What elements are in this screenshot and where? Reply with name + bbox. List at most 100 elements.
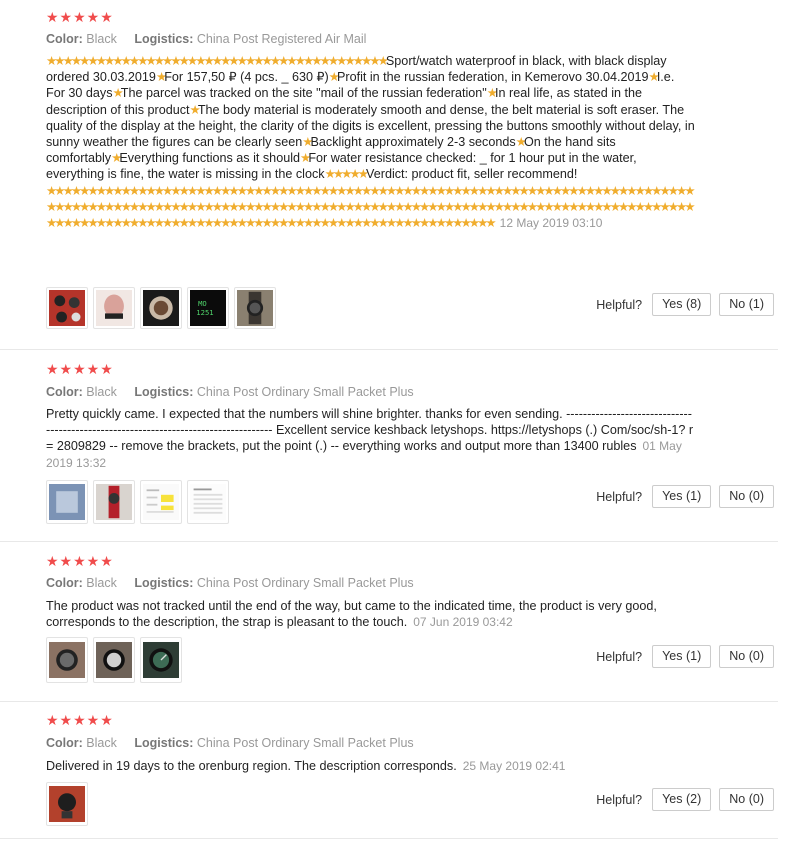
photo-thumbnail[interactable] xyxy=(93,637,135,683)
photo-thumbnail[interactable] xyxy=(93,287,135,329)
photo-thumbnail[interactable] xyxy=(46,287,88,329)
review-card: ★★★★★ Color: Black Logistics: China Post… xyxy=(0,0,778,350)
photo-thumbnail[interactable] xyxy=(187,480,229,524)
inline-stars: ★ xyxy=(515,135,527,150)
photo-image xyxy=(49,484,85,520)
text-run: For 157,50 ₽ (4 pcs. _ 630 ₽) xyxy=(164,70,329,85)
helpful-label: Helpful? xyxy=(596,649,643,664)
photo-image xyxy=(96,484,132,520)
vote-no-button[interactable]: No (0) xyxy=(719,645,774,668)
photo-image xyxy=(49,786,85,822)
photo-thumbnail[interactable] xyxy=(234,287,276,329)
review-text: The product was not tracked until the en… xyxy=(46,598,686,630)
vote-yes-button[interactable]: Yes (8) xyxy=(652,293,712,316)
review-text: Delivered in 19 days to the orenburg reg… xyxy=(46,758,696,774)
logistics-label: Logistics: xyxy=(134,385,194,399)
photo-thumbnail[interactable] xyxy=(93,480,135,524)
text-run: The parcel was tracked on the site "mail… xyxy=(120,86,487,101)
review-meta: Color: Black Logistics: China Post Regis… xyxy=(46,32,380,46)
color-label: Color: xyxy=(46,32,83,46)
text-run: The product was not tracked until the en… xyxy=(46,599,657,630)
inline-stars: ★ xyxy=(486,86,498,101)
photo-thumbnails xyxy=(46,480,229,524)
photo-image xyxy=(237,290,273,326)
star-rating: ★★★★★ xyxy=(46,9,114,25)
helpful-label: Helpful? xyxy=(596,297,643,312)
text-run: Delivered in 19 days to the orenburg reg… xyxy=(46,759,457,773)
photo-image xyxy=(190,484,226,520)
vote-no-button[interactable]: No (1) xyxy=(719,293,774,316)
review-card: ★★★★★ Color: Black Logistics: China Post… xyxy=(0,701,778,839)
photo-thumbnail[interactable] xyxy=(46,782,88,826)
helpful-vote: Helpful? Yes (1) No (0) xyxy=(596,485,774,508)
inline-stars: ★ xyxy=(302,135,313,150)
star-rating: ★★★★★ xyxy=(46,712,114,728)
review-card: ★★★★★ Color: Black Logistics: China Post… xyxy=(0,541,778,702)
color-value: Black xyxy=(86,576,117,590)
text-run: Backlight approximately 2-3 seconds xyxy=(310,135,516,150)
text-run: Everything functions as it should xyxy=(119,151,301,166)
logistics-label: Logistics: xyxy=(134,736,194,750)
photo-image: MO1251 xyxy=(190,290,226,326)
photo-image xyxy=(49,642,85,678)
star-rating: ★★★★★ xyxy=(46,361,114,377)
color-value: Black xyxy=(86,736,117,750)
helpful-label: Helpful? xyxy=(596,792,643,807)
photo-thumbnail[interactable] xyxy=(140,480,182,524)
vote-no-button[interactable]: No (0) xyxy=(719,485,774,508)
vote-yes-button[interactable]: Yes (2) xyxy=(652,788,712,811)
logistics-value: China Post Ordinary Small Packet Plus xyxy=(196,736,414,750)
photo-thumbnail[interactable] xyxy=(140,637,182,683)
helpful-vote: Helpful? Yes (8) No (1) xyxy=(596,293,774,316)
logistics-value: China Post Registered Air Mail xyxy=(196,32,367,46)
text-run: Pretty quickly came. I expected that the… xyxy=(46,407,694,454)
photo-thumbnail[interactable]: MO 1251 xyxy=(187,287,229,329)
photo-image xyxy=(96,290,132,326)
photo-thumbnails: MO 1251 xyxy=(46,287,276,329)
color-value: Black xyxy=(86,385,117,399)
vote-yes-button[interactable]: Yes (1) xyxy=(652,645,712,668)
photo-thumbnail[interactable] xyxy=(46,480,88,524)
photo-image xyxy=(49,290,85,326)
color-label: Color: xyxy=(46,385,83,399)
vote-yes-button[interactable]: Yes (1) xyxy=(652,485,712,508)
vote-no-button[interactable]: No (0) xyxy=(719,788,774,811)
color-label: Color: xyxy=(46,576,83,590)
svg-text:MO: MO xyxy=(198,299,207,308)
review-body: Pretty quickly came. I expected that the… xyxy=(46,407,693,453)
review-card: ★★★★★ Color: Black Logistics: China Post… xyxy=(0,349,778,542)
review-date: 07 Jun 2019 03:42 xyxy=(413,615,513,630)
logistics-value: China Post Ordinary Small Packet Plus xyxy=(196,385,414,399)
photo-thumbnails xyxy=(46,782,88,826)
photo-thumbnails xyxy=(46,637,182,683)
logistics-label: Logistics: xyxy=(134,32,194,46)
review-body: ★★★★★★★★★★★★★★★★★★★★★★★★★★★★★★★★★★★★★★★★… xyxy=(46,54,696,230)
logistics-value: China Post Ordinary Small Packet Plus xyxy=(196,576,414,590)
logistics-label: Logistics: xyxy=(134,576,194,590)
photo-image xyxy=(143,484,179,520)
review-meta: Color: Black Logistics: China Post Ordin… xyxy=(46,736,428,750)
helpful-vote: Helpful? Yes (2) No (0) xyxy=(596,788,774,811)
text-run: Profit in the russian federation, in Kem… xyxy=(336,70,649,85)
photo-image xyxy=(143,290,179,326)
review-date: 12 May 2019 03:10 xyxy=(499,216,603,231)
photo-thumbnail[interactable] xyxy=(140,287,182,329)
text-run: Verdict: product fit, seller recommend! xyxy=(366,167,578,182)
svg-text:1251: 1251 xyxy=(196,308,213,317)
color-label: Color: xyxy=(46,736,83,750)
helpful-label: Helpful? xyxy=(596,489,643,504)
photo-thumbnail[interactable] xyxy=(46,637,88,683)
review-body: Delivered in 19 days to the orenburg reg… xyxy=(46,759,457,773)
inline-stars: ★★★★★★★★★★★★★★★★★★★★★★★★★★★★★★★★★★★★★★★★… xyxy=(46,54,389,68)
inline-stars: ★ xyxy=(648,70,660,85)
inline-stars: ★ xyxy=(328,70,340,85)
inline-stars: ★★★★★ xyxy=(324,167,369,182)
inline-stars: ★ xyxy=(112,86,124,101)
review-text: Pretty quickly came. I expected that the… xyxy=(46,406,696,471)
review-text: ★★★★★★★★★★★★★★★★★★★★★★★★★★★★★★★★★★★★★★★★… xyxy=(46,53,696,231)
review-meta: Color: Black Logistics: China Post Ordin… xyxy=(46,576,428,590)
review-body: The product was not tracked until the en… xyxy=(46,599,657,629)
inline-stars: ★ xyxy=(155,70,167,85)
photo-image xyxy=(143,642,179,678)
star-rating: ★★★★★ xyxy=(46,553,114,569)
